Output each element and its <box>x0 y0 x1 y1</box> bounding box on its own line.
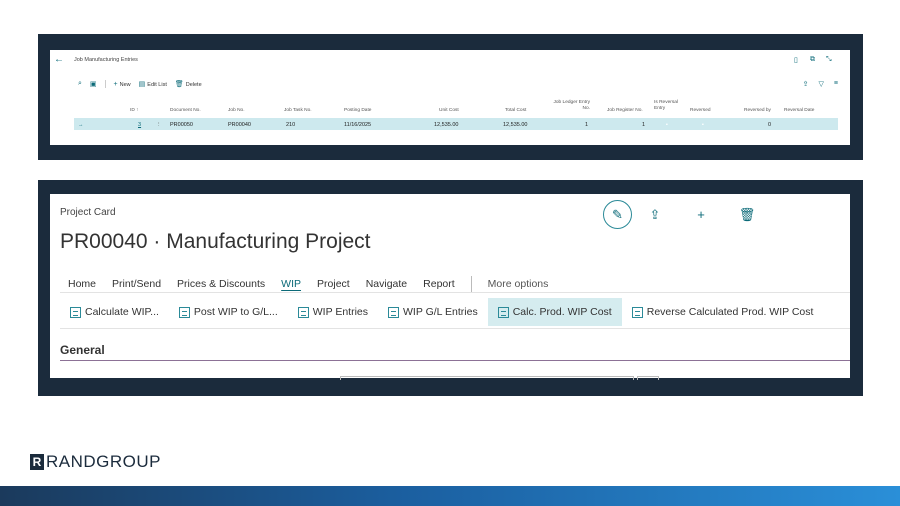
cell-total-cost: 12,535.00 <box>503 122 528 128</box>
menu-report[interactable]: Report <box>423 278 455 290</box>
menu-wip[interactable]: WIP <box>281 278 301 290</box>
post-document-icon <box>178 306 190 318</box>
column-header[interactable]: Total Cost <box>505 108 526 114</box>
is-reversal-checkbox: ▪ <box>666 122 668 128</box>
column-header[interactable]: Is Reversal Entry <box>654 100 684 112</box>
column-header[interactable]: Reversed <box>690 108 711 114</box>
delete-button[interactable]: 🗑 <box>724 207 770 223</box>
column-header[interactable]: ID ↑ <box>130 108 139 114</box>
back-arrow-icon[interactable]: ← <box>54 54 64 65</box>
field-lookup-button[interactable] <box>637 376 659 380</box>
trash-icon: 🗑 <box>174 81 184 88</box>
column-header[interactable]: Document No. <box>170 108 201 114</box>
cell-posting-date: 11/16/2025 <box>344 122 372 128</box>
action-menu-bar: Home Print/Send Prices & Discounts WIP P… <box>68 276 564 292</box>
list-view-icon[interactable]: ≡ <box>834 80 838 88</box>
pencil-icon: ✎ <box>612 206 623 222</box>
cell-document-no: PR00050 <box>170 122 193 128</box>
page-title: Job Manufacturing Entries <box>74 57 138 63</box>
list-right-icons: ⇪ ▽ ≡ <box>803 80 838 88</box>
page-title: PR00040 · Manufacturing Project <box>60 230 371 253</box>
section-header-general[interactable]: General <box>60 343 105 357</box>
column-header[interactable]: Reversal Date <box>784 108 814 114</box>
card-actions: ✎ ⇪ + 🗑 <box>603 200 770 229</box>
menu-divider <box>470 276 472 292</box>
calculate-wip-button[interactable]: Calculate WIP... <box>60 298 169 326</box>
menu-print-send[interactable]: Print/Send <box>112 278 161 290</box>
wip-gl-entries-button[interactable]: WIP G/L Entries <box>378 298 488 326</box>
ledger-icon <box>297 306 309 318</box>
cell-register-no: 1 <box>642 122 646 128</box>
share-icon[interactable]: ⇪ <box>803 80 809 88</box>
cell-job-no: PR00040 <box>228 122 251 128</box>
wip-actions-bar: Calculate WIP... Post WIP to G/L... WIP … <box>60 298 823 326</box>
cell-unit-cost: 12,535.00 <box>434 122 459 128</box>
more-options-button[interactable]: More options <box>488 278 549 290</box>
field-input[interactable] <box>340 376 634 380</box>
post-wip-to-gl-button[interactable]: Post WIP to G/L... <box>169 298 288 326</box>
menu-project[interactable]: Project <box>317 278 350 290</box>
collapse-icon[interactable]: ⤡ <box>826 56 832 64</box>
calc-prod-wip-cost-button[interactable]: Calc. Prod. WIP Cost <box>487 298 622 326</box>
menu-separator <box>60 292 850 293</box>
section-underline <box>60 360 850 361</box>
edit-button[interactable]: ✎ <box>603 200 632 229</box>
project-card-panel: Project Card PR00040 · Manufacturing Pro… <box>50 194 850 380</box>
menu-prices-discounts[interactable]: Prices & Discounts <box>177 278 265 290</box>
search-icon[interactable]: ⌕ <box>78 80 82 88</box>
column-header[interactable]: Reversed by <box>744 108 771 114</box>
cell-id[interactable]: 3 <box>138 122 141 128</box>
page-type-label: Project Card <box>60 207 116 218</box>
edit-list-icon: ▤ <box>138 81 146 88</box>
column-header[interactable]: Job Ledger Entry No. <box>550 100 590 112</box>
row-menu-icon[interactable]: ⋮ <box>156 122 162 128</box>
job-manufacturing-entries-panel: ← Job Manufacturing Entries ▯ ⧉ ⤡ ⌕ ▣ + N… <box>50 50 850 145</box>
column-header[interactable]: Posting Date <box>344 108 371 114</box>
menu-navigate[interactable]: Navigate <box>366 278 407 290</box>
calculator-icon <box>497 306 509 318</box>
calculator-icon <box>70 306 81 318</box>
cell-job-task-no: 210 <box>286 122 296 128</box>
delete-button[interactable]: 🗑 Delete <box>175 80 202 88</box>
column-header[interactable]: Unit Cost <box>439 108 459 114</box>
open-new-window-icon[interactable]: ⧉ <box>810 56 815 64</box>
edit-list-button[interactable]: ▤ Edit List <box>139 80 167 88</box>
new-button[interactable]: + <box>678 207 724 222</box>
toolbar-divider <box>104 80 106 88</box>
column-header[interactable]: Job Register No. <box>607 108 643 114</box>
toolbar-separator <box>60 328 850 329</box>
new-button[interactable]: + New <box>114 81 131 88</box>
calculator-icon <box>631 306 643 318</box>
row-arrow-icon[interactable]: → <box>78 122 84 128</box>
reverse-calculated-prod-wip-cost-button[interactable]: Reverse Calculated Prod. WIP Cost <box>622 298 824 326</box>
share-button[interactable]: ⇪ <box>632 207 678 223</box>
column-header[interactable]: Job No. <box>228 108 245 114</box>
footer-gradient-bar <box>0 486 900 506</box>
logo-mark: R <box>30 454 44 470</box>
column-header[interactable]: Job Task No. <box>284 108 312 114</box>
bookmark-icon[interactable]: ▯ <box>794 56 798 64</box>
list-toolbar: ⌕ ▣ + New ▤ Edit List 🗑 Delete <box>78 80 202 88</box>
wip-entries-button[interactable]: WIP Entries <box>288 298 378 326</box>
filter-pane-icon[interactable]: ▣ <box>90 80 97 88</box>
ledger-icon <box>388 306 400 318</box>
cell-reversed-by: 0 <box>768 122 772 128</box>
logo-text: RANDGROUP <box>46 452 162 471</box>
filter-icon[interactable]: ▽ <box>819 80 824 88</box>
reversed-checkbox: ▪ <box>702 122 704 128</box>
plus-icon: + <box>113 80 118 88</box>
cell-ledger-entry-no: 1 <box>585 122 589 128</box>
company-logo: R RANDGROUP <box>30 452 161 472</box>
menu-home[interactable]: Home <box>68 278 96 290</box>
